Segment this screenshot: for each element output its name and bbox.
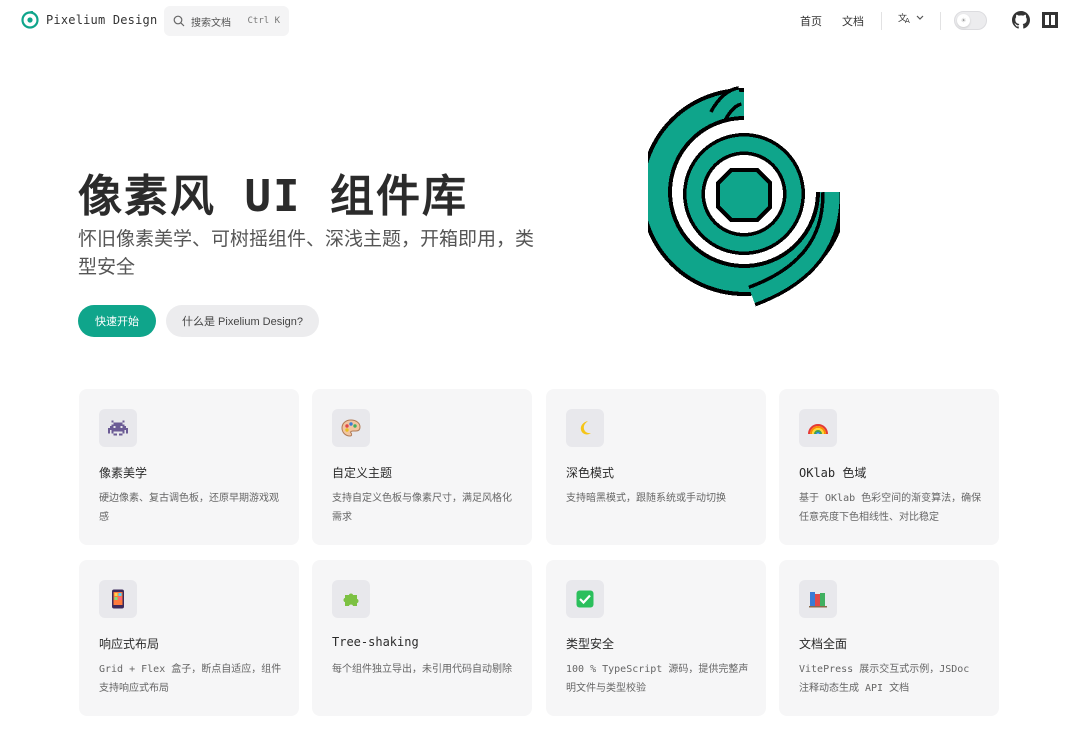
feature-title: Tree-shaking: [332, 635, 419, 649]
feature-description: VitePress 展示交互式示例，JSDoc 注释动态生成 API 文档: [799, 664, 970, 694]
search-placeholder: 搜索文档: [191, 17, 231, 29]
feature-description: 每个组件独立导出，未引用代码自动剔除: [332, 664, 512, 675]
feature-card-oklab: OKlab 色域 基于 OKlab 色彩空间的渐变算法，确保任意亮度下色相线性、…: [779, 389, 999, 545]
feature-title: 像素美学: [99, 466, 148, 480]
feature-title: 自定义主题: [332, 466, 393, 480]
brand-name: Pixelium Design: [46, 13, 158, 27]
nav-divider: [940, 12, 941, 30]
github-icon[interactable]: [1012, 11, 1030, 29]
space-invader-icon: [99, 409, 137, 447]
brand-link[interactable]: Pixelium Design: [21, 11, 157, 29]
feature-title: 类型安全: [566, 637, 615, 651]
what-is-button[interactable]: 什么是 Pixelium Design?: [166, 305, 320, 337]
sun-icon: ☀: [957, 14, 970, 27]
feature-card-responsive: 响应式布局 Grid + Flex 盒子，断点自适应，组件支持响应式布局: [79, 560, 299, 716]
feature-description: 100 % TypeScript 源码，提供完整声明文件与类型校验: [566, 664, 749, 694]
feature-title: 响应式布局: [99, 637, 160, 651]
pixelium-hero-logo-icon: [648, 86, 840, 307]
search-button[interactable]: 搜索文档 Ctrl K: [164, 6, 289, 36]
layout-panel-icon[interactable]: [1041, 11, 1059, 29]
nav-link-docs[interactable]: 文档: [842, 13, 864, 29]
hero-title: 像素风 UI 组件库: [78, 171, 468, 222]
rainbow-icon: [799, 409, 837, 447]
moon-icon: [566, 409, 604, 447]
feature-title: OKlab 色域: [799, 466, 867, 480]
puzzle-icon: [332, 580, 370, 618]
feature-card-pixel-aesthetics: 像素美学 硬边像素、复古调色板，还原早期游戏观感: [79, 389, 299, 545]
feature-description: Grid + Flex 盒子，断点自适应，组件支持响应式布局: [99, 664, 282, 694]
nav-link-home[interactable]: 首页: [800, 13, 822, 29]
feature-title: 深色模式: [566, 466, 615, 480]
hero-subtitle: 怀旧像素美学、可树摇组件、深浅主题，开箱即用，类型安全: [78, 228, 535, 278]
feature-description: 支持暗黑模式，跟随系统或手动切换: [566, 493, 726, 504]
search-shortcut: Ctrl K: [247, 16, 280, 26]
top-nav: Pixelium Design 搜索文档 Ctrl K 首页 文档 文 A ☀: [0, 0, 1080, 42]
chevron-down-icon: [916, 15, 924, 20]
theme-toggle[interactable]: ☀: [954, 11, 987, 30]
language-switcher[interactable]: 文 A: [898, 12, 924, 24]
feature-description: 硬边像素、复古调色板，还原早期游戏观感: [99, 493, 279, 523]
feature-description: 基于 OKlab 色彩空间的渐变算法，确保任意亮度下色相线性、对比稳定: [799, 493, 982, 523]
books-icon: [799, 580, 837, 618]
get-started-button[interactable]: 快速开始: [78, 305, 156, 337]
feature-card-dark-mode: 深色模式 支持暗黑模式，跟随系统或手动切换: [546, 389, 766, 545]
nav-divider: [881, 12, 882, 30]
translate-icon: 文 A: [898, 12, 910, 24]
feature-title: 文档全面: [799, 637, 848, 651]
feature-card-type-safe: 类型安全 100 % TypeScript 源码，提供完整声明文件与类型校验: [546, 560, 766, 716]
palette-icon: [332, 409, 370, 447]
phone-icon: [99, 580, 137, 618]
feature-card-docs: 文档全面 VitePress 展示交互式示例，JSDoc 注释动态生成 API …: [779, 560, 999, 716]
feature-card-custom-theme: 自定义主题 支持自定义色板与像素尺寸，满足风格化需求: [312, 389, 532, 545]
svg-text:A: A: [905, 17, 910, 24]
feature-description: 支持自定义色板与像素尺寸，满足风格化需求: [332, 493, 512, 523]
pixelium-logo-icon: [21, 11, 39, 29]
search-icon: [173, 15, 185, 27]
check-icon: [566, 580, 604, 618]
feature-card-tree-shaking: Tree-shaking 每个组件独立导出，未引用代码自动剔除: [312, 560, 532, 716]
